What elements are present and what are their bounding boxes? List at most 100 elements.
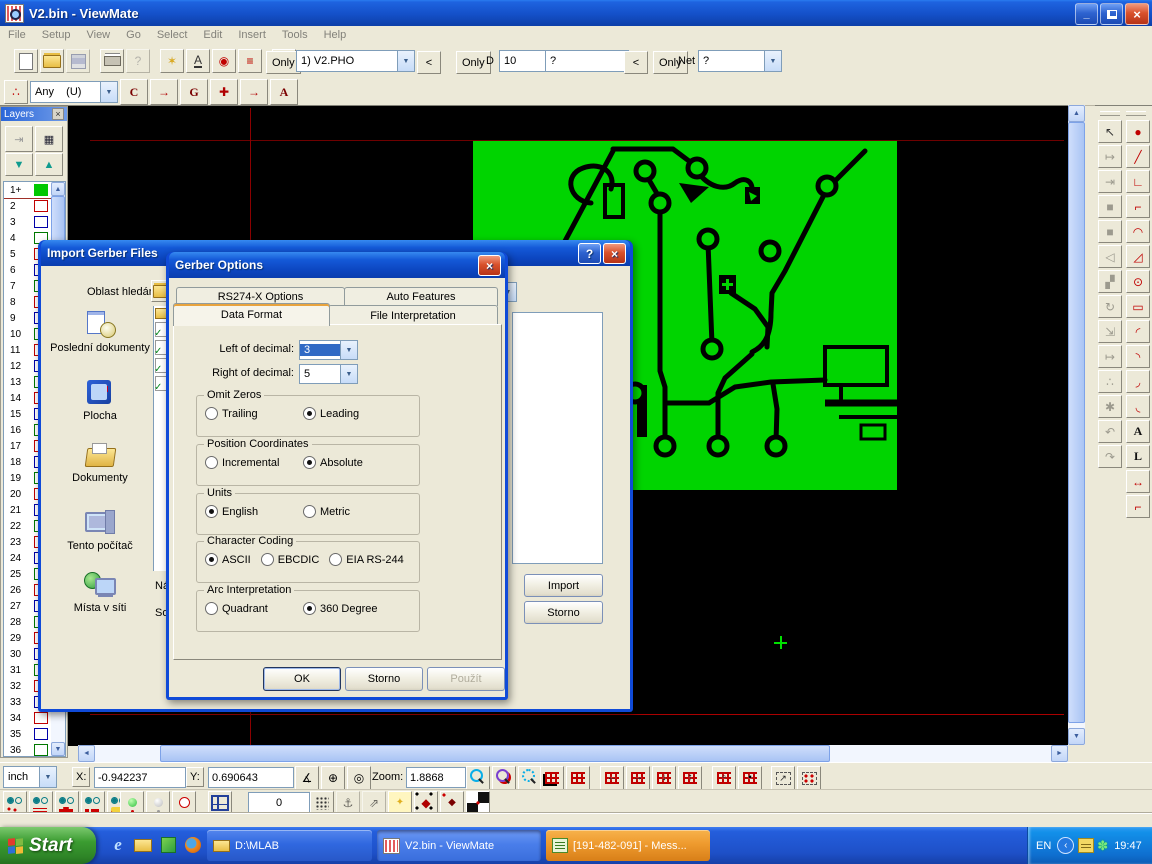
draw-dimension-button[interactable]: ↔ — [1126, 470, 1150, 493]
draw-corner2-button[interactable]: ⌐ — [1126, 495, 1150, 518]
unit-combobox[interactable]: inch ▼ — [3, 766, 57, 788]
horizontal-scrollbar[interactable]: ◄ ► — [78, 745, 1068, 762]
flash-highlight-button[interactable]: ✶ — [160, 49, 184, 73]
tile-windows-button[interactable] — [208, 791, 232, 815]
goto-next-button[interactable]: → — [150, 79, 178, 105]
show-pad-layer-button[interactable]: ◆ — [414, 791, 438, 815]
dcode-filter-input[interactable]: ? — [545, 50, 629, 72]
net-combobox[interactable]: ? ▼ — [698, 50, 782, 72]
grid-copy-button[interactable]: ▫ — [712, 766, 736, 790]
radio-button[interactable] — [205, 407, 218, 420]
angle-readout-button[interactable]: ∡ — [295, 766, 319, 790]
pan-down-button[interactable]: ↓ — [652, 766, 676, 790]
radio-button[interactable] — [205, 505, 218, 518]
place-recent[interactable]: Poslední dokumenty — [49, 310, 151, 355]
tab-file-interpretation[interactable]: File Interpretation — [328, 305, 498, 326]
right-of-decimal-combobox[interactable]: 5 ▼ — [299, 364, 356, 382]
close-button[interactable]: × — [1125, 3, 1149, 25]
menu-setup[interactable]: Setup — [34, 27, 79, 43]
radio-button[interactable] — [205, 553, 218, 566]
view-pads-button[interactable] — [3, 791, 27, 815]
menu-help[interactable]: Help — [316, 27, 355, 43]
item-filter-button[interactable]: ∴ — [4, 80, 28, 104]
draw-arc-guide-button[interactable]: ◠ — [1126, 220, 1150, 243]
item-type-combobox[interactable]: Any (U) ▼ — [30, 81, 118, 103]
select-box-button[interactable] — [797, 766, 821, 790]
draw-arc-tl-button[interactable]: ◜ — [1126, 320, 1150, 343]
y-coordinate-button[interactable]: Y: — [186, 767, 204, 787]
open-file-button[interactable] — [40, 49, 64, 73]
radio-option-trailing[interactable]: Trailing — [205, 407, 293, 420]
menu-go[interactable]: Go — [118, 27, 149, 43]
quicklaunch-folder[interactable] — [133, 835, 153, 855]
tray-notes-icon[interactable] — [1078, 838, 1094, 853]
radio-option-eia-rs-244[interactable]: EIA RS-244 — [329, 553, 403, 566]
menu-edit[interactable]: Edit — [195, 27, 230, 43]
radio-button[interactable] — [329, 553, 342, 566]
selected-files-listbox[interactable] — [512, 312, 603, 564]
radio-option-quadrant[interactable]: Quadrant — [205, 602, 293, 615]
import-cancel-button[interactable]: Storno — [524, 601, 603, 624]
prev-dcode-button[interactable]: < — [624, 51, 648, 74]
radio-button[interactable] — [205, 602, 218, 615]
layer-film-button[interactable]: ▦ — [35, 126, 63, 152]
quicklaunch-ie[interactable]: e — [108, 835, 128, 855]
toolbar-grip[interactable] — [1126, 111, 1146, 116]
language-indicator[interactable]: EN — [1036, 840, 1051, 852]
toolbar-grip[interactable] — [1100, 111, 1120, 116]
left-of-decimal-combobox[interactable]: 3 ▼ — [299, 340, 356, 358]
grid-paste-button[interactable]: ▪ — [738, 766, 762, 790]
dialog-help-button[interactable]: ? — [578, 243, 601, 264]
pointer-tool-button[interactable]: ↖ — [1098, 120, 1122, 143]
draw-line-button[interactable]: ╱ — [1126, 145, 1150, 168]
select-text-button[interactable]: A — [270, 79, 298, 105]
highlight-outline-button[interactable] — [172, 791, 196, 815]
dcode-input[interactable]: 10 — [499, 50, 547, 72]
x-coordinate-field[interactable]: -0.942237 — [94, 767, 186, 788]
task-mlab-folder[interactable]: D:\MLAB — [207, 830, 372, 861]
vertical-scroll-thumb[interactable] — [1068, 122, 1085, 723]
place-documents[interactable]: Dokumenty — [49, 440, 151, 485]
radio-option-ebcdic[interactable]: EBCDIC — [261, 553, 320, 566]
pan-up-button[interactable]: ↑ — [678, 766, 702, 790]
layer-scroll-down-button[interactable]: ▼ — [51, 742, 65, 756]
menu-file[interactable]: File — [0, 27, 34, 43]
layer-color-swatch[interactable] — [34, 216, 48, 228]
layer-up-button[interactable]: ▲ — [35, 153, 63, 176]
draw-arc-tr-button[interactable]: ◝ — [1126, 345, 1150, 368]
highlight-on-button[interactable] — [120, 791, 144, 815]
draw-rectangle-button[interactable]: ▭ — [1126, 295, 1150, 318]
dcode-marker-button[interactable]: ◉ — [212, 49, 236, 73]
pan-left-button[interactable]: ← — [600, 766, 624, 790]
place-desktop[interactable]: Plocha — [49, 378, 151, 423]
zoom-highlight-button[interactable] — [492, 766, 516, 790]
draw-text-button[interactable]: A — [1126, 420, 1150, 443]
layer-colors-button[interactable]: ≡ — [238, 49, 262, 73]
radio-button[interactable] — [303, 407, 316, 420]
measure-tool-button[interactable]: A — [186, 49, 210, 73]
layer-scroll-up-button[interactable]: ▲ — [51, 182, 65, 196]
radio-button[interactable] — [303, 602, 316, 615]
radio-button[interactable] — [205, 456, 218, 469]
radio-button[interactable] — [303, 456, 316, 469]
draw-arc-bl-button[interactable]: ◟ — [1126, 395, 1150, 418]
view-shapes-button[interactable] — [55, 791, 79, 815]
radio-button[interactable] — [261, 553, 274, 566]
tab-auto-features[interactable]: Auto Features — [344, 287, 498, 306]
highlight-off-button[interactable] — [146, 791, 170, 815]
menu-tools[interactable]: Tools — [274, 27, 316, 43]
select-gerber-button[interactable]: G — [180, 79, 208, 105]
radio-option-metric[interactable]: Metric — [303, 505, 391, 518]
menu-view[interactable]: View — [78, 27, 118, 43]
radio-option-english[interactable]: English — [205, 505, 293, 518]
gerber-options-close-button[interactable]: × — [478, 255, 501, 276]
y-coordinate-field[interactable]: 0.690643 — [208, 767, 294, 788]
start-button[interactable]: Start — [0, 827, 96, 864]
menu-insert[interactable]: Insert — [230, 27, 274, 43]
new-file-button[interactable] — [14, 49, 38, 73]
prev-layer-button[interactable]: < — [417, 51, 441, 74]
scroll-down-button[interactable]: ▼ — [1068, 728, 1085, 745]
show-flash-layer-button[interactable]: ✦ — [388, 791, 412, 815]
layer-combobox[interactable]: 1) V2.PHO ▼ — [296, 50, 415, 72]
draw-corner-button[interactable]: ∟ — [1126, 170, 1150, 193]
